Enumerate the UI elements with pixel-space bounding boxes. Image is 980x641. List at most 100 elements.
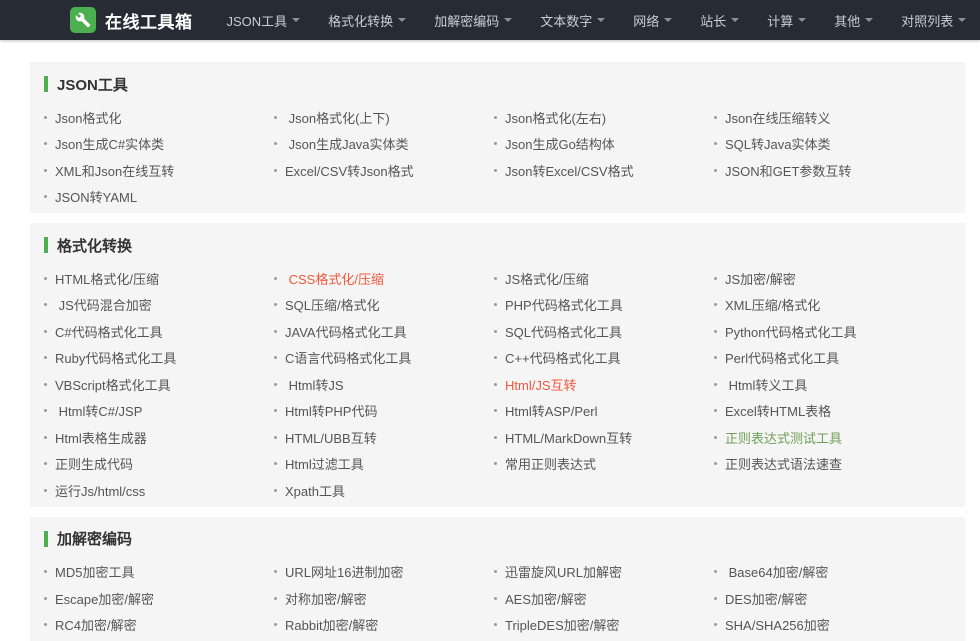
- bullet-icon: [714, 116, 717, 119]
- bullet-icon: [494, 116, 497, 119]
- tool-link-item: CSS格式化/压缩: [274, 265, 494, 292]
- tool-link[interactable]: Json格式化(左右): [505, 108, 606, 127]
- section-title: 加解密编码: [57, 528, 132, 549]
- tool-link[interactable]: Python代码格式化工具: [725, 322, 856, 341]
- tool-link[interactable]: SQL转Java实体类: [725, 134, 830, 153]
- nav-item-3[interactable]: 文本数字: [526, 0, 619, 40]
- tool-link-item: Html表格生成器: [44, 424, 274, 451]
- tool-link[interactable]: MD5加密工具: [55, 562, 134, 581]
- tool-link[interactable]: 对称加密/解密: [285, 589, 367, 608]
- bullet-icon: [274, 462, 277, 465]
- tool-link[interactable]: HTML/MarkDown互转: [505, 428, 632, 447]
- bullet-icon: [274, 330, 277, 333]
- tool-link[interactable]: Json格式化: [55, 108, 121, 127]
- tool-link[interactable]: Json转Excel/CSV格式: [505, 161, 634, 180]
- tool-link[interactable]: Html/JS互转: [505, 375, 577, 394]
- tool-link[interactable]: Perl代码格式化工具: [725, 348, 839, 367]
- tool-link[interactable]: VBScript格式化工具: [55, 375, 171, 394]
- tool-link[interactable]: 运行Js/html/css: [55, 481, 145, 500]
- tool-link[interactable]: Json生成Java实体类: [285, 134, 409, 153]
- bullet-icon: [494, 303, 497, 306]
- tool-link[interactable]: JSON和GET参数互转: [725, 161, 851, 180]
- bullet-icon: [714, 462, 717, 465]
- tool-link[interactable]: Excel转HTML表格: [725, 401, 831, 420]
- tool-link[interactable]: CSS格式化/压缩: [285, 269, 384, 288]
- tool-link[interactable]: Json在线压缩转义: [725, 108, 830, 127]
- tool-link-item: 正则生成代码: [44, 451, 274, 478]
- tool-link[interactable]: JS格式化/压缩: [505, 269, 589, 288]
- tool-link[interactable]: AES加密/解密: [505, 589, 587, 608]
- tool-link[interactable]: XML压缩/格式化: [725, 295, 820, 314]
- bullet-icon: [44, 356, 47, 359]
- tool-link[interactable]: Excel/CSV转Json格式: [285, 161, 414, 180]
- nav-item-0[interactable]: JSON工具: [213, 0, 315, 40]
- nav-item-6[interactable]: 计算: [753, 0, 820, 40]
- tool-link[interactable]: 正则生成代码: [55, 454, 133, 473]
- tool-link[interactable]: Html转PHP代码: [285, 401, 377, 420]
- tool-link[interactable]: HTML/UBB互转: [285, 428, 377, 447]
- tool-link[interactable]: DES加密/解密: [725, 589, 807, 608]
- tool-link[interactable]: 常用正则表达式: [505, 454, 596, 473]
- tool-link[interactable]: URL网址16进制加密: [285, 562, 403, 581]
- bullet-icon: [44, 623, 47, 626]
- tool-link[interactable]: Html转JS: [285, 375, 344, 394]
- tool-link[interactable]: Html转ASP/Perl: [505, 401, 597, 420]
- chevron-down-icon: [292, 18, 300, 22]
- bullet-icon: [44, 597, 47, 600]
- tool-link[interactable]: Html表格生成器: [55, 428, 147, 447]
- chevron-down-icon: [798, 18, 806, 22]
- tool-link[interactable]: 迅雷旋风URL加解密: [505, 562, 622, 581]
- tool-link[interactable]: SQL代码格式化工具: [505, 322, 622, 341]
- bullet-icon: [714, 330, 717, 333]
- tool-link[interactable]: Xpath工具: [285, 481, 345, 500]
- tool-link[interactable]: C++代码格式化工具: [505, 348, 621, 367]
- nav-item-1[interactable]: 格式化转换: [314, 0, 420, 40]
- bullet-icon: [494, 142, 497, 145]
- tool-link[interactable]: SQL压缩/格式化: [285, 295, 380, 314]
- nav-item-5[interactable]: 站长: [686, 0, 753, 40]
- tool-link[interactable]: C语言代码格式化工具: [285, 348, 411, 367]
- bullet-icon: [44, 303, 47, 306]
- tool-link[interactable]: JS代码混合加密: [55, 295, 152, 314]
- tool-link[interactable]: JAVA代码格式化工具: [285, 322, 407, 341]
- tool-link[interactable]: TripleDES加密/解密: [505, 615, 619, 634]
- nav-item-7[interactable]: 其他: [820, 0, 887, 40]
- bullet-icon: [274, 356, 277, 359]
- tool-link[interactable]: Base64加密/解密: [725, 562, 828, 581]
- tool-link[interactable]: Json生成C#实体类: [55, 134, 164, 153]
- tool-link[interactable]: Escape加密/解密: [55, 589, 154, 608]
- tool-link[interactable]: Html过滤工具: [285, 454, 364, 473]
- tool-link-item: 常用正则表达式: [494, 451, 714, 478]
- nav-item-8[interactable]: 对照列表: [887, 0, 980, 40]
- bullet-icon: [494, 330, 497, 333]
- tool-link[interactable]: 正则表达式测试工具: [725, 428, 842, 447]
- nav-item-4[interactable]: 网络: [619, 0, 686, 40]
- tool-link[interactable]: 正则表达式语法速查: [725, 454, 842, 473]
- tool-link-item: Html转C#/JSP: [44, 398, 274, 425]
- tool-link[interactable]: Ruby代码格式化工具: [55, 348, 176, 367]
- tool-link-item: SQL压缩/格式化: [274, 292, 494, 319]
- tool-link[interactable]: PHP代码格式化工具: [505, 295, 623, 314]
- nav-item-2[interactable]: 加解密编码: [420, 0, 526, 40]
- tool-link-item: HTML/UBB互转: [274, 424, 494, 451]
- bullet-icon: [44, 116, 47, 119]
- tool-link[interactable]: Rabbit加密/解密: [285, 615, 378, 634]
- bullet-icon: [494, 570, 497, 573]
- tool-link[interactable]: SHA/SHA256加密: [725, 615, 830, 634]
- tool-link[interactable]: C#代码格式化工具: [55, 322, 163, 341]
- tool-grid: MD5加密工具 URL网址16进制加密 迅雷旋风URL加解密 Base64加密/解密…: [44, 559, 949, 639]
- brand[interactable]: 在线工具箱: [70, 7, 193, 33]
- tool-link-item: Json转Excel/CSV格式: [494, 157, 714, 184]
- tool-link-item: AES加密/解密: [494, 585, 714, 612]
- tool-link[interactable]: Json生成Go结构体: [505, 134, 615, 153]
- tool-link[interactable]: JS加密/解密: [725, 269, 796, 288]
- nav-item-label: 格式化转换: [328, 11, 393, 30]
- tool-link[interactable]: HTML格式化/压缩: [55, 269, 159, 288]
- tool-link[interactable]: Json格式化(上下): [285, 108, 390, 127]
- tool-link[interactable]: JSON转YAML: [55, 187, 137, 206]
- tool-link[interactable]: XML和Json在线互转: [55, 161, 174, 180]
- tool-link[interactable]: RC4加密/解密: [55, 615, 137, 634]
- tool-link[interactable]: Html转义工具: [725, 375, 807, 394]
- tool-link-item: Base64加密/解密: [714, 559, 949, 586]
- tool-link[interactable]: Html转C#/JSP: [55, 401, 142, 420]
